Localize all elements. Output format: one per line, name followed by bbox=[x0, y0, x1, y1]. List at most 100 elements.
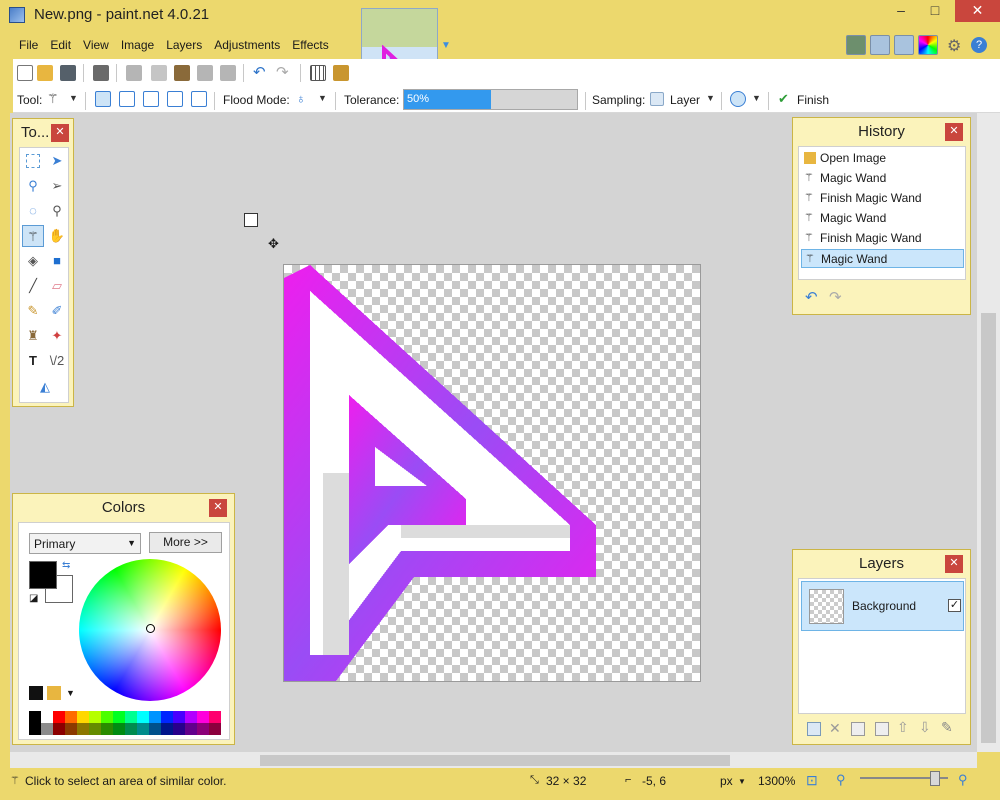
menu-adjustments[interactable]: Adjustments bbox=[208, 35, 286, 55]
pencil-icon[interactable]: ✎ bbox=[22, 300, 44, 322]
minimize-button[interactable]: – bbox=[884, 0, 918, 22]
palette-swatch[interactable] bbox=[65, 723, 77, 735]
palette-swatch[interactable] bbox=[29, 711, 41, 723]
zoom-in-icon[interactable]: ⚲ bbox=[958, 772, 968, 788]
move-selection-icon[interactable]: ➢ bbox=[46, 175, 68, 197]
layer-properties-icon[interactable]: ✎ bbox=[941, 719, 953, 736]
tolerance-slider[interactable]: 50% bbox=[403, 89, 578, 110]
sampling-chevron-down-icon[interactable]: ▼ bbox=[706, 93, 715, 103]
paintbrush-icon[interactable]: ╱ bbox=[22, 275, 44, 297]
reset-colors-icon[interactable]: ◪ bbox=[29, 593, 38, 604]
palette-swatch[interactable] bbox=[125, 723, 137, 735]
shapes-icon[interactable]: ◭ bbox=[34, 376, 56, 398]
finish-check-icon[interactable]: ✔ bbox=[778, 91, 789, 107]
palette-swatch[interactable] bbox=[89, 723, 101, 735]
palette-swatch[interactable] bbox=[209, 723, 221, 735]
palette-swatch[interactable] bbox=[197, 711, 209, 723]
thumbnail-dropdown-icon[interactable]: ▼ bbox=[441, 40, 451, 51]
menu-image[interactable]: Image bbox=[115, 35, 160, 55]
magic-wand-tool-icon[interactable]: ⚚ bbox=[22, 225, 44, 247]
zoom-level[interactable]: 1300% bbox=[758, 774, 795, 788]
pan-hand-icon[interactable]: ✋ bbox=[46, 225, 68, 247]
history-window-toggle-icon[interactable] bbox=[870, 35, 890, 55]
magic-wand-icon[interactable]: ⚚ bbox=[47, 91, 63, 107]
flood-mode-bulb-icon[interactable]: ♁ bbox=[296, 91, 312, 107]
line-curve-icon[interactable]: \/2 bbox=[46, 350, 68, 372]
palette-swatch[interactable] bbox=[89, 711, 101, 723]
color-picker-icon[interactable]: ✐ bbox=[46, 300, 68, 322]
palette-swatch[interactable] bbox=[173, 723, 185, 735]
palette-swatch[interactable] bbox=[137, 711, 149, 723]
history-undo-icon[interactable]: ↶ bbox=[805, 288, 818, 306]
new-image-icon[interactable] bbox=[17, 65, 33, 81]
layers-window-toggle-icon[interactable] bbox=[894, 35, 914, 55]
selection-union-icon[interactable] bbox=[119, 91, 135, 107]
horizontal-scroll-thumb[interactable] bbox=[260, 755, 730, 766]
swap-colors-icon[interactable]: ⇆ bbox=[62, 560, 70, 571]
history-item[interactable]: Open Image bbox=[801, 149, 964, 168]
cut-icon[interactable] bbox=[126, 65, 142, 81]
selection-exclude-icon[interactable] bbox=[143, 91, 159, 107]
delete-layer-icon[interactable]: ✕ bbox=[829, 720, 841, 737]
history-item[interactable]: ⚚ Finish Magic Wand bbox=[801, 189, 964, 208]
sampling-layer-icon[interactable] bbox=[650, 92, 664, 106]
palette-swatch[interactable] bbox=[125, 711, 137, 723]
palette-swatch[interactable] bbox=[53, 711, 65, 723]
tool-chevron-down-icon[interactable]: ▼ bbox=[69, 93, 78, 103]
more-colors-button[interactable]: More >> bbox=[149, 532, 222, 553]
antialiasing-icon[interactable] bbox=[730, 91, 746, 107]
layer-row[interactable]: Background ✓ bbox=[801, 581, 964, 631]
palette-swatch[interactable] bbox=[149, 723, 161, 735]
color-mode-select[interactable]: Primary ▼ bbox=[29, 533, 141, 554]
eraser-icon[interactable]: ▱ bbox=[46, 275, 68, 297]
palette-swatch[interactable] bbox=[41, 723, 53, 735]
palette-swatch[interactable] bbox=[41, 711, 53, 723]
palette-swatch[interactable] bbox=[113, 711, 125, 723]
zoom-tool-icon[interactable]: ⚲ bbox=[46, 200, 68, 222]
merge-layer-down-icon[interactable] bbox=[875, 722, 889, 736]
recolor-icon[interactable]: ✦ bbox=[46, 325, 68, 347]
move-layer-up-icon[interactable]: ⇧ bbox=[897, 719, 909, 736]
menu-layers[interactable]: Layers bbox=[160, 35, 208, 55]
horizontal-scrollbar[interactable] bbox=[10, 752, 977, 768]
sampling-value[interactable]: Layer bbox=[670, 93, 700, 107]
clone-stamp-icon[interactable]: ♜ bbox=[22, 325, 44, 347]
palette-swatch[interactable] bbox=[209, 711, 221, 723]
tools-panel-close-icon[interactable]: ✕ bbox=[51, 124, 69, 142]
flood-mode-chevron-down-icon[interactable]: ▼ bbox=[318, 93, 327, 103]
antialiasing-chevron-down-icon[interactable]: ▼ bbox=[752, 93, 761, 103]
text-icon[interactable]: T bbox=[22, 350, 44, 372]
ellipse-select-icon[interactable]: ◌ bbox=[22, 200, 44, 222]
palette-swatch[interactable] bbox=[101, 723, 113, 735]
zoom-slider-thumb[interactable] bbox=[930, 771, 940, 786]
maximize-button[interactable]: □ bbox=[918, 0, 952, 22]
move-selected-pixels-icon[interactable]: ➤ bbox=[46, 150, 68, 172]
palette-swatch[interactable] bbox=[77, 723, 89, 735]
palette-chevron-down-icon[interactable]: ▼ bbox=[66, 688, 75, 698]
grid-icon[interactable] bbox=[310, 65, 326, 81]
move-layer-down-icon[interactable]: ⇩ bbox=[919, 719, 931, 736]
palette-swatch[interactable] bbox=[149, 711, 161, 723]
palette-swatch[interactable] bbox=[173, 711, 185, 723]
ruler-icon[interactable] bbox=[333, 65, 349, 81]
layer-visibility-checkbox[interactable]: ✓ bbox=[948, 599, 961, 612]
history-item-selected[interactable]: ⚚ Magic Wand bbox=[801, 249, 964, 268]
palette-swatch[interactable] bbox=[53, 723, 65, 735]
menu-effects[interactable]: Effects bbox=[286, 35, 334, 55]
vertical-scrollbar[interactable] bbox=[977, 113, 1000, 752]
add-layer-icon[interactable] bbox=[807, 722, 821, 736]
open-file-icon[interactable] bbox=[37, 65, 53, 81]
save-icon[interactable] bbox=[60, 65, 76, 81]
print-icon[interactable] bbox=[93, 65, 109, 81]
image-canvas[interactable] bbox=[283, 264, 701, 682]
palette-swatch[interactable] bbox=[161, 711, 173, 723]
zoom-to-window-icon[interactable]: ⊡ bbox=[806, 772, 818, 789]
palette-swatch[interactable] bbox=[185, 711, 197, 723]
menu-view[interactable]: View bbox=[77, 35, 115, 55]
history-redo-icon[interactable]: ↷ bbox=[829, 288, 842, 306]
selection-handle-icon[interactable] bbox=[244, 213, 258, 227]
history-item[interactable]: ⚚ Magic Wand bbox=[801, 169, 964, 188]
menu-file[interactable]: File bbox=[13, 35, 44, 55]
selection-invert-icon[interactable] bbox=[191, 91, 207, 107]
palette-swatch[interactable] bbox=[101, 711, 113, 723]
